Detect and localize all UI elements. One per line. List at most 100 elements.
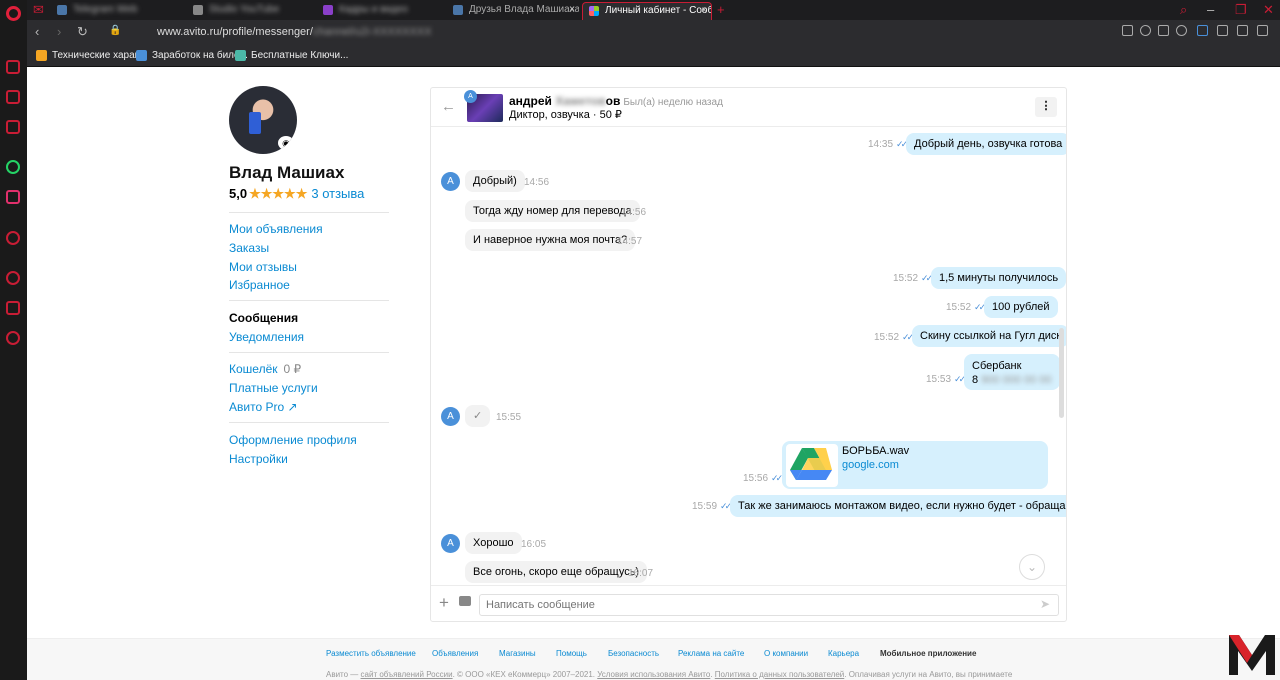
player-icon[interactable] (6, 231, 20, 245)
back-button[interactable]: ‹ (35, 24, 39, 39)
instagram-icon[interactable] (6, 190, 20, 204)
whatsapp-icon[interactable] (6, 160, 20, 174)
sidebar-item-settings[interactable]: Настройки (229, 452, 288, 466)
phone-icon (249, 112, 261, 134)
settings-gear-icon[interactable] (6, 331, 20, 345)
inbox-icon[interactable]: ✉ (33, 2, 44, 18)
reviews-link[interactable]: 3 отзыва (311, 186, 364, 201)
extensions-icon[interactable] (6, 301, 20, 315)
copyright: Авито — сайт объявлений России. © ООО «К… (326, 670, 1013, 679)
sidebar-item-favorites[interactable]: Избранное (229, 278, 290, 292)
close-window-button[interactable]: ✕ (1263, 2, 1274, 18)
footer-link[interactable]: Объявления (432, 649, 478, 658)
message-bubble[interactable]: ✓ (465, 405, 491, 427)
avatar[interactable]: ◉ (229, 86, 297, 154)
shopping-icon[interactable] (6, 90, 20, 104)
message-bubble[interactable]: Хорошо (465, 532, 522, 554)
new-tab-button[interactable]: + (717, 2, 725, 17)
more-options-button[interactable]: ⋮ (1035, 97, 1057, 117)
cube-icon[interactable] (1217, 25, 1228, 36)
camera-icon[interactable]: ◉ (278, 136, 294, 150)
divider (229, 300, 389, 301)
sidebar-item-my-ads[interactable]: Мои объявления (229, 222, 323, 236)
address-bar: ‹ › ↻ 🔒 www.avito.ru/profile/messenger/c… (27, 20, 1280, 46)
tab-close-icon[interactable]: × (701, 3, 707, 19)
heart-icon[interactable] (1176, 25, 1187, 36)
footer-link[interactable]: Карьера (828, 649, 859, 658)
tab-avito-messenger[interactable]: Личный кабинет - Сообщ × (582, 2, 712, 20)
camera-icon[interactable] (1122, 25, 1133, 36)
bookmark-2[interactable]: Заработок на биле... (136, 50, 248, 61)
tab-2[interactable]: Studio YouTube (187, 2, 309, 20)
menu-icon[interactable] (1257, 25, 1268, 36)
message-list: 14:35 ✓✓ Добрый день, озвучка готова A До… (431, 128, 1066, 585)
sidebar-item-profile-design[interactable]: Оформление профиля (229, 433, 357, 447)
sidebar-item-wallet[interactable]: Кошелёк 0 ₽ (229, 362, 301, 376)
twitch-icon[interactable] (6, 120, 20, 134)
footer-link[interactable]: Безопасность (608, 649, 659, 658)
message-time: 15:59 ✓✓ (692, 501, 732, 512)
footer-link[interactable]: Помощь (556, 649, 587, 658)
scroll-down-button[interactable]: ⌄ (1019, 554, 1045, 580)
url-field[interactable]: www.avito.ru/profile/messenger/channel/u… (157, 26, 432, 38)
listing-info[interactable]: Диктор, озвучка · 50 ₽ (509, 108, 622, 121)
message-bubble[interactable]: Сбербанк 8 900 000 00 00 (964, 354, 1060, 390)
message-bubble[interactable]: Тогда жду номер для перевода (465, 200, 640, 222)
search-tabs-icon[interactable]: ⌕ (1180, 2, 1187, 18)
message-time: 16:05 (521, 539, 547, 550)
message-composer: + ➤ (431, 585, 1066, 621)
sidebar-item-paid-services[interactable]: Платные услуги (229, 381, 318, 395)
tab-3[interactable]: Кадры и видео (317, 2, 441, 20)
sidebar-item-messages[interactable]: Сообщения (229, 311, 298, 325)
maximize-button[interactable]: ❐ (1235, 2, 1247, 18)
sidebar-item-my-reviews[interactable]: Мои отзывы (229, 260, 297, 274)
message-bubble[interactable]: Скину ссылкой на Гугл диск (912, 325, 1066, 347)
opera-sidebar (0, 0, 27, 680)
file-attachment[interactable]: БОРЬБА.wav google.com (782, 441, 1048, 489)
footer-link[interactable]: Реклама на сайте (678, 649, 744, 658)
attach-plus-icon[interactable]: + (439, 593, 449, 613)
sidebar-item-notifications[interactable]: Уведомления (229, 330, 304, 344)
speed-dial-icon[interactable] (6, 60, 20, 74)
read-ticks-icon: ✓✓ (771, 473, 783, 483)
read-ticks-icon: ✓✓ (921, 273, 933, 283)
bookmark-3[interactable]: Бесплатные Ключи... (235, 50, 348, 61)
message-bubble[interactable]: Все огонь, скоро еще обращусь) (465, 561, 648, 583)
back-arrow-icon[interactable]: ← (441, 98, 456, 115)
send-icon[interactable] (1158, 25, 1169, 36)
sidebar-item-avito-pro[interactable]: Авито Pro ↗ (229, 400, 298, 414)
scrollbar[interactable] (1059, 328, 1064, 418)
minimize-button[interactable]: – (1207, 2, 1214, 17)
message-bubble[interactable]: 100 рублей (984, 296, 1058, 318)
tab-vk-friends[interactable]: Друзья Влада Машиаха - × (447, 2, 579, 20)
tab-close-icon[interactable]: × (569, 2, 575, 18)
cart-icon[interactable] (1197, 25, 1208, 36)
message-input[interactable] (479, 594, 1059, 616)
reload-button[interactable]: ↻ (77, 24, 88, 40)
opera-logo-icon[interactable] (6, 6, 21, 21)
message-bubble[interactable]: Так же занимаюсь монтажом видео, если ну… (730, 495, 1066, 517)
send-icon[interactable]: ➤ (1040, 597, 1050, 611)
partner-name[interactable]: андрей Хаметовов Был(а) неделю назад (509, 94, 723, 108)
footer-link[interactable]: О компании (764, 649, 808, 658)
download-icon[interactable] (1237, 25, 1248, 36)
message-bubble[interactable]: И наверное нужна моя почта? (465, 229, 636, 251)
shield-icon[interactable] (1140, 25, 1151, 36)
message-bubble[interactable]: Добрый) (465, 170, 525, 192)
message-bubble[interactable]: 1,5 минуты получилось (931, 267, 1066, 289)
bookmark-1[interactable]: Технические харак... (36, 50, 147, 61)
footer-link-mobile-app[interactable]: Мобильное приложение (880, 649, 976, 658)
tab-1[interactable]: Telegram Web (51, 2, 171, 20)
sidebar-item-orders[interactable]: Заказы (229, 241, 269, 255)
history-icon[interactable] (6, 271, 20, 285)
message-time: 14:56 (621, 207, 647, 218)
message-time: 14:57 (617, 236, 643, 247)
message-bubble[interactable]: Добрый день, озвучка готова (906, 133, 1066, 155)
footer-link[interactable]: Магазины (499, 649, 536, 658)
divider (229, 352, 389, 353)
file-link[interactable]: google.com (842, 459, 899, 471)
read-ticks-icon: ✓✓ (720, 501, 732, 511)
footer-link[interactable]: Разместить объявление (326, 649, 416, 658)
camera-icon[interactable] (459, 596, 471, 606)
forward-button[interactable]: › (57, 24, 61, 39)
